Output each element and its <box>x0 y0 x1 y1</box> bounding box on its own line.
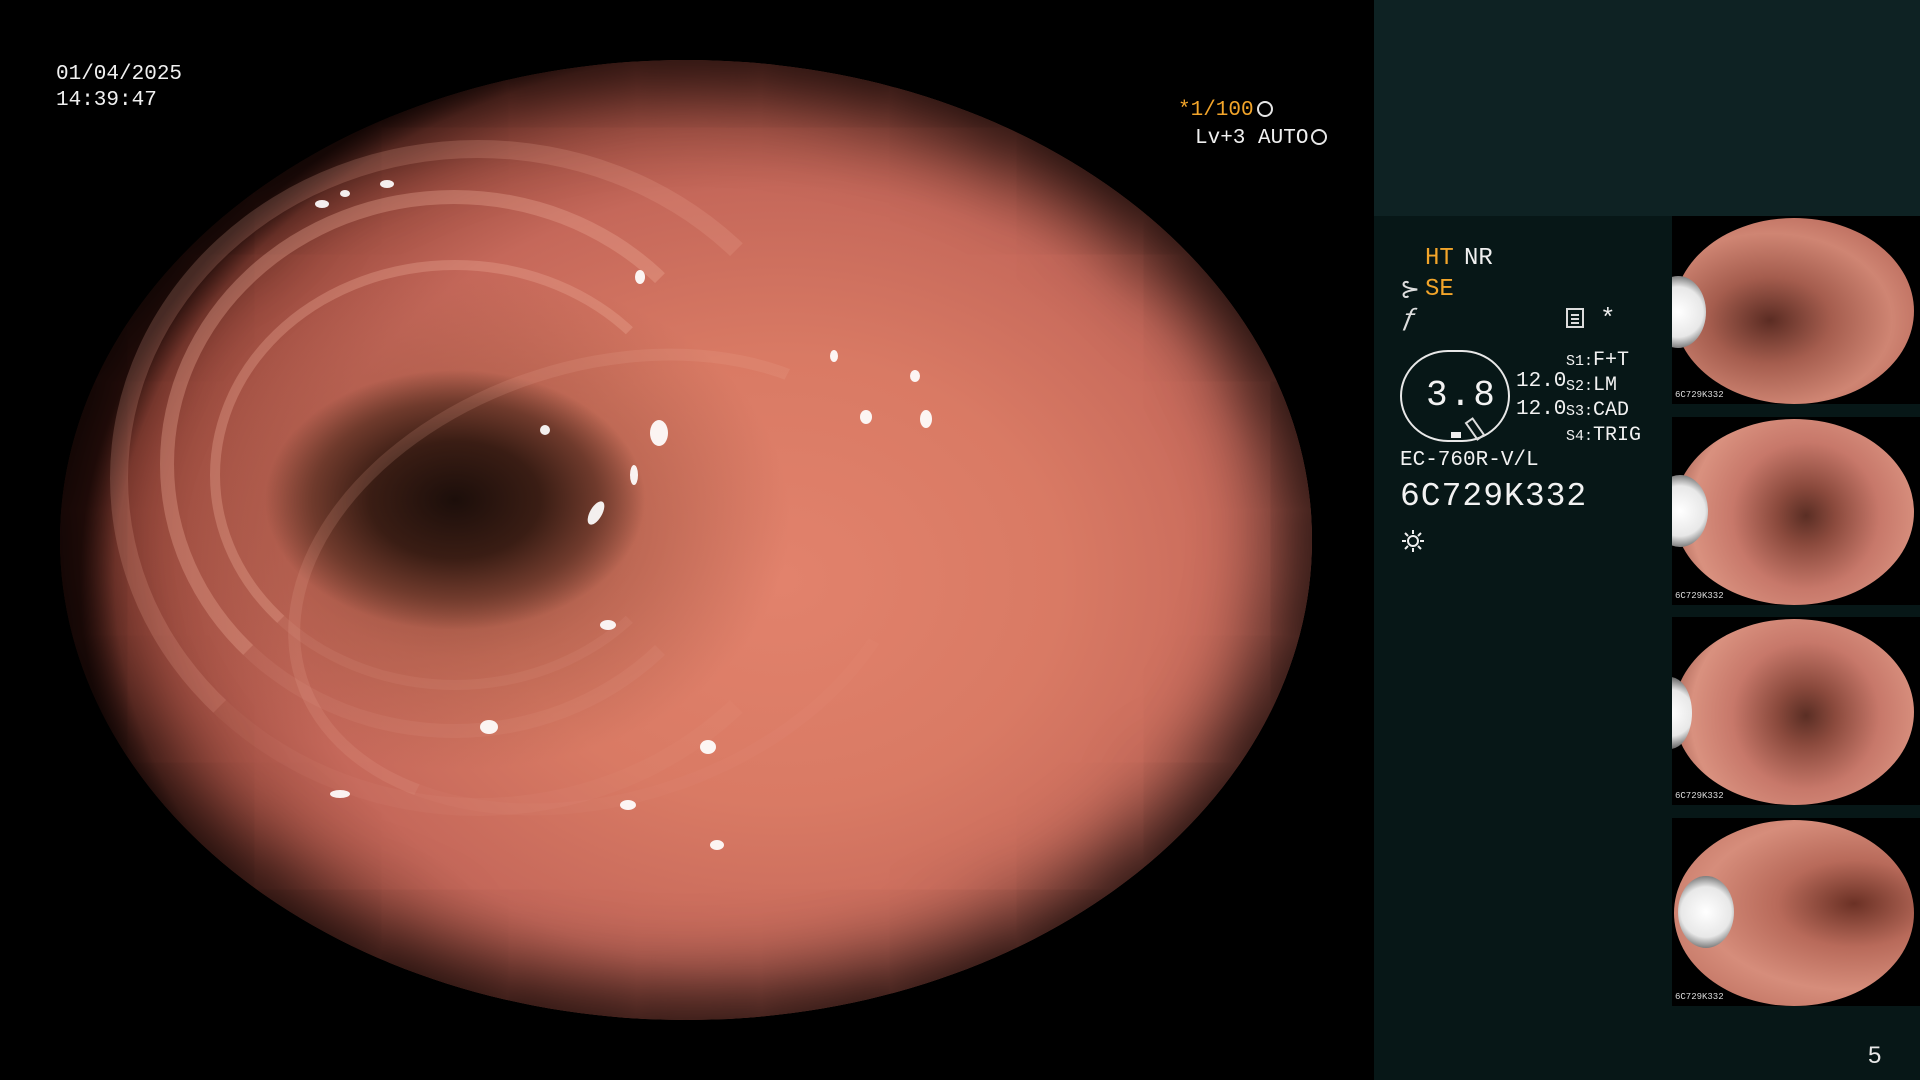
switch-key: S3: <box>1566 403 1594 420</box>
switch-s3: S3:CAD <box>1566 398 1629 424</box>
switch-value: F+T <box>1593 349 1630 372</box>
page-number: 5 <box>1868 1042 1882 1069</box>
memo-icon <box>1566 308 1584 328</box>
switch-s2: S2:LM <box>1566 373 1617 399</box>
ht-indicator: HT <box>1425 245 1454 272</box>
specular-highlight <box>830 350 838 362</box>
endoscope-image <box>60 60 1312 1020</box>
captured-thumbnail[interactable]: 6C729K332 <box>1672 617 1920 805</box>
specular-highlight <box>380 180 394 188</box>
captured-thumbnail[interactable]: 6C729K332 <box>1672 216 1920 404</box>
iris-icon <box>1311 129 1328 145</box>
ratio-marker-icon <box>1451 432 1461 438</box>
specular-highlight <box>340 190 350 197</box>
top-panel <box>1374 0 1920 216</box>
exam-datetime: 01/04/2025 14:39:47 <box>56 62 182 114</box>
thumbnail-serial: 6C729K332 <box>1675 390 1724 400</box>
switch-key: S4: <box>1566 428 1594 445</box>
nr-indicator: NR <box>1464 245 1493 272</box>
light-reflection <box>1678 876 1734 948</box>
exam-date: 01/04/2025 <box>56 63 183 86</box>
switch-s4: S4:TRIG <box>1566 423 1641 449</box>
specular-highlight <box>600 620 616 630</box>
thumbnail-serial: 6C729K332 <box>1675 992 1724 1002</box>
endoscope-view: 01/04/2025 14:39:47 *1/100 Lv+3 AUTO <box>0 0 1374 1080</box>
specular-highlight <box>620 800 636 810</box>
info-panel <box>1374 216 1670 1080</box>
switch-s1: S1:F+T <box>1566 348 1629 374</box>
exam-time: 14:39:47 <box>56 89 157 112</box>
captured-thumbnail[interactable]: 6C729K332 <box>1672 417 1920 605</box>
specular-highlight <box>315 200 329 208</box>
shutter-readout: *1/100 <box>1178 98 1374 124</box>
brightness-level: Lv+3 AUTO <box>1195 127 1309 150</box>
switch-key: S1: <box>1566 353 1594 370</box>
shutter-icon <box>1256 101 1273 117</box>
freeze-icon: ƒ <box>1402 303 1418 333</box>
light-sun-icon <box>1402 530 1424 552</box>
thumbnail-serial: 6C729K332 <box>1675 791 1724 801</box>
setting-value-1: 12.0 <box>1516 370 1567 393</box>
shutter-speed: *1/100 <box>1178 99 1254 122</box>
specular-highlight <box>920 410 932 428</box>
specular-highlight <box>330 790 350 798</box>
thumbnail-image <box>1674 619 1914 805</box>
switch-key: S2: <box>1566 378 1594 395</box>
switch-value: LM <box>1593 374 1618 397</box>
thumbnail-image <box>1674 419 1914 605</box>
se-indicator: SE <box>1425 276 1454 303</box>
captured-thumbnail[interactable]: 6C729K332 <box>1672 818 1920 1006</box>
scope-serial: 6C729K332 <box>1400 478 1588 515</box>
specular-highlight <box>630 465 638 485</box>
specular-highlight <box>910 370 920 382</box>
specular-highlight <box>700 740 716 754</box>
scope-tip-icon: ⊱ <box>1400 278 1421 305</box>
brightness-level-readout: Lv+3 AUTO <box>1195 126 1328 152</box>
thumbnail-image <box>1674 218 1914 404</box>
scope-model: EC-760R-V/L <box>1400 449 1539 472</box>
specular-highlight <box>635 270 645 284</box>
star-indicator: * <box>1600 304 1616 334</box>
specular-highlight <box>710 840 724 850</box>
specular-highlight <box>650 420 668 446</box>
thumbnail-serial: 6C729K332 <box>1675 591 1724 601</box>
switch-value: TRIG <box>1593 424 1642 447</box>
specular-highlight <box>860 410 872 424</box>
specular-highlight <box>540 425 550 435</box>
specular-highlight <box>480 720 498 734</box>
ratio-value: 3.8 <box>1426 375 1497 416</box>
switch-value: CAD <box>1593 399 1630 422</box>
setting-value-2: 12.0 <box>1516 398 1567 421</box>
